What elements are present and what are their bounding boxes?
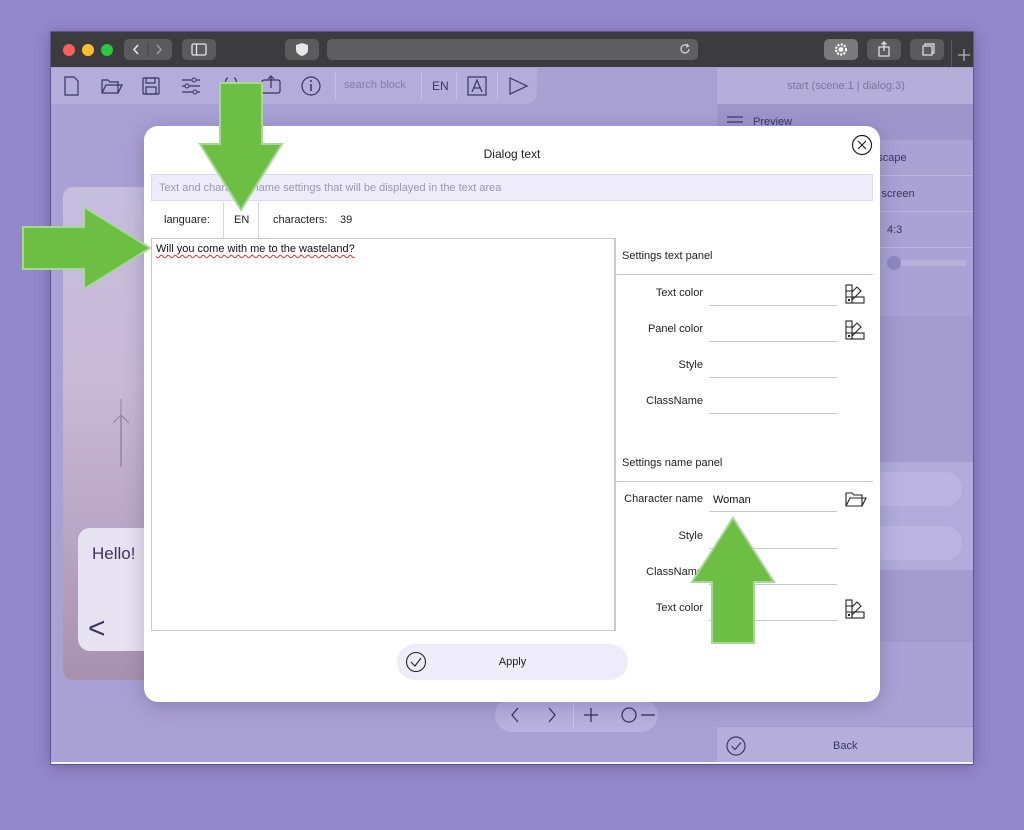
color-palette-icon[interactable] <box>844 283 866 305</box>
dialog-text-content: Will you come with me to the wasteland? <box>156 243 355 255</box>
info-icon <box>301 76 321 96</box>
text-color-label: Text color <box>655 287 703 299</box>
characters-label: characters: <box>273 214 328 226</box>
panel-color-label: Panel color <box>647 323 703 335</box>
text-panel-title: Settings text panel <box>622 250 713 262</box>
check-circle-icon <box>726 736 746 756</box>
minimize-window-button[interactable] <box>82 44 94 56</box>
text-panel-divider <box>615 274 873 275</box>
tabs-overview-button[interactable] <box>910 39 944 60</box>
shield-icon <box>296 43 308 56</box>
toolbar-separator <box>335 72 336 100</box>
font-icon <box>467 76 487 96</box>
plus-icon <box>958 49 970 61</box>
wind-turbine-icon <box>112 399 130 467</box>
app-toolbar: search block EN <box>51 68 537 104</box>
address-bar[interactable] <box>327 39 698 60</box>
action-pill-1[interactable] <box>867 472 962 506</box>
chevron-left-icon[interactable] <box>505 705 525 725</box>
name-style-label: Style <box>678 530 703 542</box>
zoom-in-icon[interactable] <box>581 705 601 725</box>
extension-button[interactable] <box>824 39 858 60</box>
new-file-button[interactable] <box>51 68 91 104</box>
window-bottom-edge <box>51 762 973 764</box>
folder-open-icon <box>101 79 123 94</box>
preview-slider-handle[interactable] <box>887 256 901 270</box>
sidebar-toggle-button[interactable] <box>182 39 216 60</box>
play-button[interactable] <box>498 68 538 104</box>
info-button[interactable] <box>291 68 331 104</box>
zoom-out-icon[interactable] <box>638 705 658 725</box>
language-value[interactable]: EN <box>234 214 249 226</box>
new-tab-button[interactable] <box>951 40 973 67</box>
text-style-field[interactable] <box>709 356 837 378</box>
folder-open-icon[interactable] <box>844 489 868 511</box>
back-bar[interactable]: Back <box>717 726 973 764</box>
browser-titlebar <box>51 32 973 67</box>
characters-count: 39 <box>340 214 353 226</box>
zoom-window-button[interactable] <box>101 44 113 56</box>
arrow-up-icon <box>690 516 776 644</box>
share-icon <box>878 41 890 57</box>
bubble-prev-button[interactable]: < <box>88 612 106 646</box>
search-block-input[interactable]: search block <box>344 79 406 91</box>
tabs-icon <box>922 43 935 56</box>
color-palette-icon[interactable] <box>844 319 866 341</box>
chevron-right-icon[interactable] <box>542 705 562 725</box>
scene-dialog-title: start (scene:1 | dialog:3) <box>787 80 905 92</box>
text-classname-label: ClassName <box>646 395 703 407</box>
name-panel-divider <box>615 481 873 482</box>
name-panel-title: Settings name panel <box>622 457 723 469</box>
character-name-label: Character name <box>624 493 703 505</box>
arrow-down-icon <box>198 82 284 212</box>
arrow-right-icon <box>22 205 152 291</box>
zoom-controls <box>495 698 658 732</box>
play-icon <box>509 77 529 95</box>
reload-icon[interactable] <box>678 42 692 56</box>
gear-icon <box>834 43 848 56</box>
open-folder-button[interactable] <box>91 68 131 104</box>
action-pill-2[interactable] <box>867 526 962 560</box>
text-color-field[interactable] <box>709 284 837 306</box>
back-forward-buttons[interactable] <box>124 39 172 60</box>
back-forward-icon <box>132 42 163 57</box>
text-style-label: Style <box>678 359 703 371</box>
save-button[interactable] <box>131 68 171 104</box>
color-palette-icon[interactable] <box>844 598 866 620</box>
apply-button[interactable]: Apply <box>397 644 628 680</box>
panel-color-field[interactable] <box>709 320 837 342</box>
language-selector[interactable]: EN <box>432 79 449 93</box>
zoom-separator <box>573 702 574 728</box>
text-style-button[interactable] <box>457 68 497 104</box>
sidebar-icon <box>191 43 207 56</box>
close-window-button[interactable] <box>63 44 75 56</box>
toolbar-separator <box>421 72 422 100</box>
name-text-color-label: Text color <box>655 602 703 614</box>
share-button[interactable] <box>867 39 901 60</box>
new-file-icon <box>64 76 79 96</box>
text-classname-field[interactable] <box>709 392 837 414</box>
apply-label: Apply <box>498 656 527 668</box>
aspect-ratio-label: 4:3 <box>887 224 903 236</box>
close-icon[interactable] <box>851 134 873 156</box>
zoom-reset-icon[interactable] <box>619 705 639 725</box>
back-label: Back <box>833 740 858 752</box>
privacy-shield-button[interactable] <box>285 39 319 60</box>
bubble-text: Hello! <box>92 544 136 563</box>
character-name-field[interactable]: Woman <box>709 490 837 512</box>
save-icon <box>142 77 160 95</box>
dialog-text-area[interactable]: Will you come with me to the wasteland? <box>151 238 615 631</box>
language-label: languare: <box>164 214 210 226</box>
name-classname-label: ClassName <box>646 566 703 578</box>
